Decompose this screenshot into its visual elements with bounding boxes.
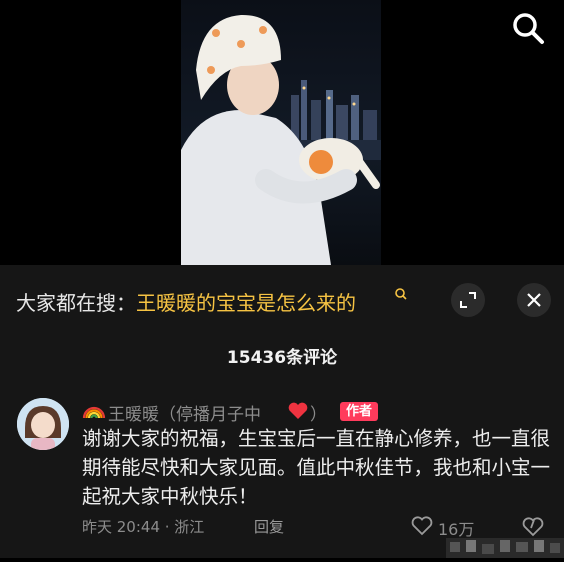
close-icon[interactable] — [517, 283, 551, 317]
like-button[interactable]: 16万 — [410, 514, 474, 542]
like-count: 16万 — [438, 520, 475, 539]
search-suggestion-text[interactable]: 大家都在搜：王暖暖的宝宝是怎么来的 — [16, 287, 356, 316]
comment-time-location: 昨天 20:44 · 浙江 — [82, 518, 205, 536]
rainbow-icon — [82, 400, 106, 424]
search-suggestion-prefix: 大家都在搜： — [16, 291, 136, 315]
comment-count: 15436条评论 — [226, 348, 338, 368]
like-heart-icon[interactable] — [410, 516, 434, 542]
reply-button[interactable]: 回复 — [254, 516, 284, 537]
avatar[interactable] — [17, 398, 69, 450]
search-small-icon — [394, 287, 410, 303]
search-icon[interactable] — [506, 8, 550, 48]
comment-author-name[interactable]: 王暖暖（停播月子中 — [108, 400, 261, 425]
watermark-mosaic — [446, 538, 564, 562]
comment-meta: 昨天 20:44 · 浙江 回复 — [82, 516, 284, 540]
author-badge: 作者 — [340, 402, 379, 421]
expand-icon[interactable] — [451, 283, 485, 317]
search-suggestion-query[interactable]: 王暖暖的宝宝是怎么来的 — [136, 291, 356, 315]
video-thumbnail[interactable] — [181, 0, 381, 265]
comment-author-name-end: ） — [310, 405, 327, 425]
video-player[interactable] — [0, 0, 564, 265]
comment-text[interactable]: 谢谢大家的祝福，生宝宝后一直在静心修养，也一直很期待能尽快和大家见面。值此中秋佳… — [82, 424, 552, 511]
heart-icon — [287, 401, 309, 425]
